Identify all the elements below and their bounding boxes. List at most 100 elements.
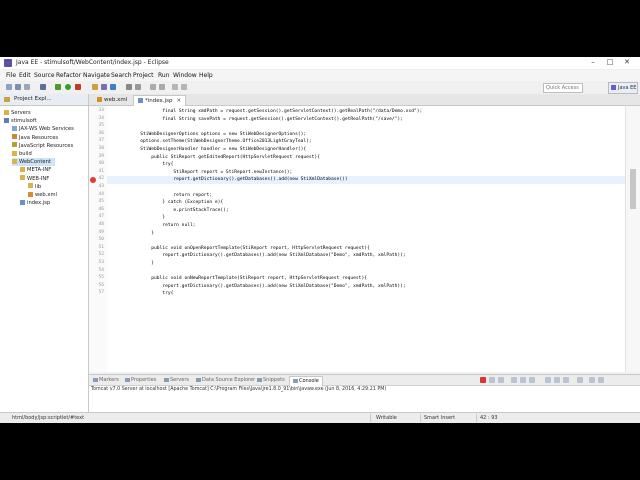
minimize-view-icon[interactable] bbox=[589, 377, 595, 383]
tab-data-source-explorer[interactable]: Data Source Explorer bbox=[196, 376, 255, 385]
run-icon[interactable] bbox=[65, 84, 71, 90]
perspective-java-ee[interactable]: Java EE bbox=[608, 82, 638, 94]
menu-file[interactable]: File bbox=[6, 71, 16, 80]
external-tools-icon[interactable] bbox=[75, 84, 81, 90]
prev-annotation-icon[interactable] bbox=[150, 84, 156, 90]
next-annotation-icon[interactable] bbox=[159, 84, 165, 90]
tab-servers[interactable]: Servers bbox=[164, 376, 189, 385]
remove-launch-icon[interactable] bbox=[489, 377, 495, 383]
code-line[interactable]: StiWebDesignerOptions options = new StiW… bbox=[107, 131, 627, 139]
menu-project[interactable]: Project bbox=[133, 71, 154, 80]
close-icon[interactable]: ✕ bbox=[620, 57, 634, 68]
tree-item[interactable]: web.xml bbox=[28, 191, 57, 199]
scrollbar-thumb[interactable] bbox=[630, 169, 636, 209]
code-line[interactable]: } catch (Exception e){ bbox=[107, 199, 627, 207]
code-line[interactable]: } bbox=[107, 214, 627, 222]
open-type-icon[interactable] bbox=[126, 84, 132, 90]
maximize-icon[interactable]: □ bbox=[603, 57, 617, 68]
code-line[interactable]: public StiReport getEditedReport(HttpSer… bbox=[107, 154, 627, 162]
code-line[interactable]: public void onOpenReportTemplate(StiRepo… bbox=[107, 245, 627, 253]
code-line[interactable]: return report; bbox=[107, 192, 627, 200]
clear-console-icon[interactable] bbox=[511, 377, 517, 383]
menu-window[interactable]: Window bbox=[173, 71, 197, 80]
code-line[interactable]: report.getDictionary().getDatabases().ad… bbox=[107, 283, 627, 291]
code-line[interactable] bbox=[107, 123, 627, 131]
menu-run[interactable]: Run bbox=[158, 71, 170, 80]
menu-edit[interactable]: Edit bbox=[19, 71, 31, 80]
tab-properties[interactable]: Properties bbox=[125, 376, 156, 385]
debug-icon[interactable] bbox=[55, 84, 61, 90]
tab-console[interactable]: Console bbox=[289, 376, 323, 386]
quick-access-input[interactable]: Quick Access bbox=[543, 83, 583, 93]
tree-item[interactable]: Servers bbox=[4, 109, 31, 117]
tree-item[interactable]: index.jsp bbox=[20, 199, 50, 207]
tree-item[interactable]: stimulsoft bbox=[4, 117, 37, 125]
tab-markers[interactable]: Markers bbox=[93, 376, 119, 385]
menu-navigate[interactable]: Navigate bbox=[83, 71, 110, 80]
line-number: 38 bbox=[98, 146, 104, 151]
code-line[interactable]: StiWebDesignerHandler handler = new StiW… bbox=[107, 146, 627, 154]
status-separator bbox=[370, 414, 371, 422]
forward-icon[interactable] bbox=[181, 84, 187, 90]
save-icon[interactable] bbox=[15, 84, 21, 90]
new-java-project-icon[interactable] bbox=[92, 84, 98, 90]
js-resources-icon bbox=[12, 142, 17, 148]
menu-search[interactable]: Search bbox=[111, 71, 132, 80]
eclipse-app-icon bbox=[4, 59, 12, 67]
console-process-label: Tomcat v7.0 Server at localhost [Apache … bbox=[91, 387, 387, 392]
tree-item[interactable]: lib bbox=[28, 183, 41, 191]
new-icon[interactable] bbox=[6, 84, 12, 90]
maximize-view-icon[interactable] bbox=[598, 377, 604, 383]
new-class-icon[interactable] bbox=[110, 84, 116, 90]
code-line[interactable]: return null; bbox=[107, 222, 627, 230]
code-line[interactable]: try{ bbox=[107, 290, 627, 298]
tab-index-jsp[interactable]: *index.jsp ✕ bbox=[133, 95, 187, 106]
code-line[interactable] bbox=[107, 184, 627, 192]
display-console-icon[interactable] bbox=[554, 377, 560, 383]
tree-item[interactable]: build bbox=[12, 150, 32, 158]
search-icon[interactable] bbox=[135, 84, 141, 90]
code-line[interactable]: public void onNewReportTemplate(StiRepor… bbox=[107, 275, 627, 283]
terminate-icon[interactable] bbox=[480, 377, 486, 383]
menu-source[interactable]: Source bbox=[34, 71, 55, 80]
new-package-icon[interactable] bbox=[101, 84, 107, 90]
error-marker-icon[interactable] bbox=[90, 176, 96, 183]
close-tab-icon[interactable]: ✕ bbox=[176, 98, 181, 104]
tree-item[interactable]: Java Resources bbox=[12, 134, 58, 142]
code-line[interactable]: report.getDictionary().getDatabases().ad… bbox=[107, 252, 627, 260]
menu-help[interactable]: Help bbox=[199, 71, 213, 80]
view-menu-icon[interactable] bbox=[577, 377, 583, 383]
code-line[interactable]: options.setTheme(StiWebDesignerTheme.Off… bbox=[107, 138, 627, 146]
code-line[interactable]: } bbox=[107, 230, 627, 238]
code-line[interactable] bbox=[107, 268, 627, 276]
word-wrap-icon[interactable] bbox=[529, 377, 535, 383]
code-line[interactable]: try{ bbox=[107, 161, 627, 169]
pin-console-icon[interactable] bbox=[545, 377, 551, 383]
back-icon[interactable] bbox=[172, 84, 178, 90]
code-line[interactable]: StiReport report = StiReport.newInstance… bbox=[107, 169, 627, 177]
code-line[interactable]: final String xmdPath = request.getSessio… bbox=[107, 108, 627, 116]
code-area[interactable]: 33 final String xmdPath = request.getSes… bbox=[90, 106, 627, 372]
minimize-icon[interactable]: – bbox=[586, 57, 600, 68]
tree-item[interactable]: WebContent bbox=[12, 158, 55, 167]
tab-snippets[interactable]: Snippets bbox=[257, 376, 285, 385]
folder-icon bbox=[12, 150, 17, 156]
tree-item[interactable]: JavaScript Resources bbox=[12, 142, 73, 150]
code-line[interactable] bbox=[107, 237, 627, 245]
scroll-lock-icon[interactable] bbox=[520, 377, 526, 383]
remove-all-icon[interactable] bbox=[498, 377, 504, 383]
code-line[interactable]: e.printStackTrace(); bbox=[107, 207, 627, 215]
server-icon[interactable] bbox=[40, 84, 46, 90]
tree-item[interactable]: WEB-INF bbox=[20, 175, 49, 183]
editor-scrollbar[interactable] bbox=[625, 106, 640, 372]
save-all-icon[interactable] bbox=[24, 84, 30, 90]
java-ee-perspective-icon bbox=[611, 85, 616, 90]
code-line[interactable]: report.getDictionary().getDatabases().ad… bbox=[107, 176, 627, 184]
code-line[interactable]: final String savePath = request.getSessi… bbox=[107, 116, 627, 124]
code-line[interactable]: } bbox=[107, 260, 627, 268]
tree-item[interactable]: JAX-WS Web Services bbox=[12, 125, 74, 133]
tree-item[interactable]: META-INF bbox=[20, 166, 51, 174]
menu-refactor[interactable]: Refactor bbox=[56, 71, 81, 80]
tab-web-xml[interactable]: web.xml bbox=[93, 95, 131, 105]
open-console-icon[interactable] bbox=[563, 377, 569, 383]
